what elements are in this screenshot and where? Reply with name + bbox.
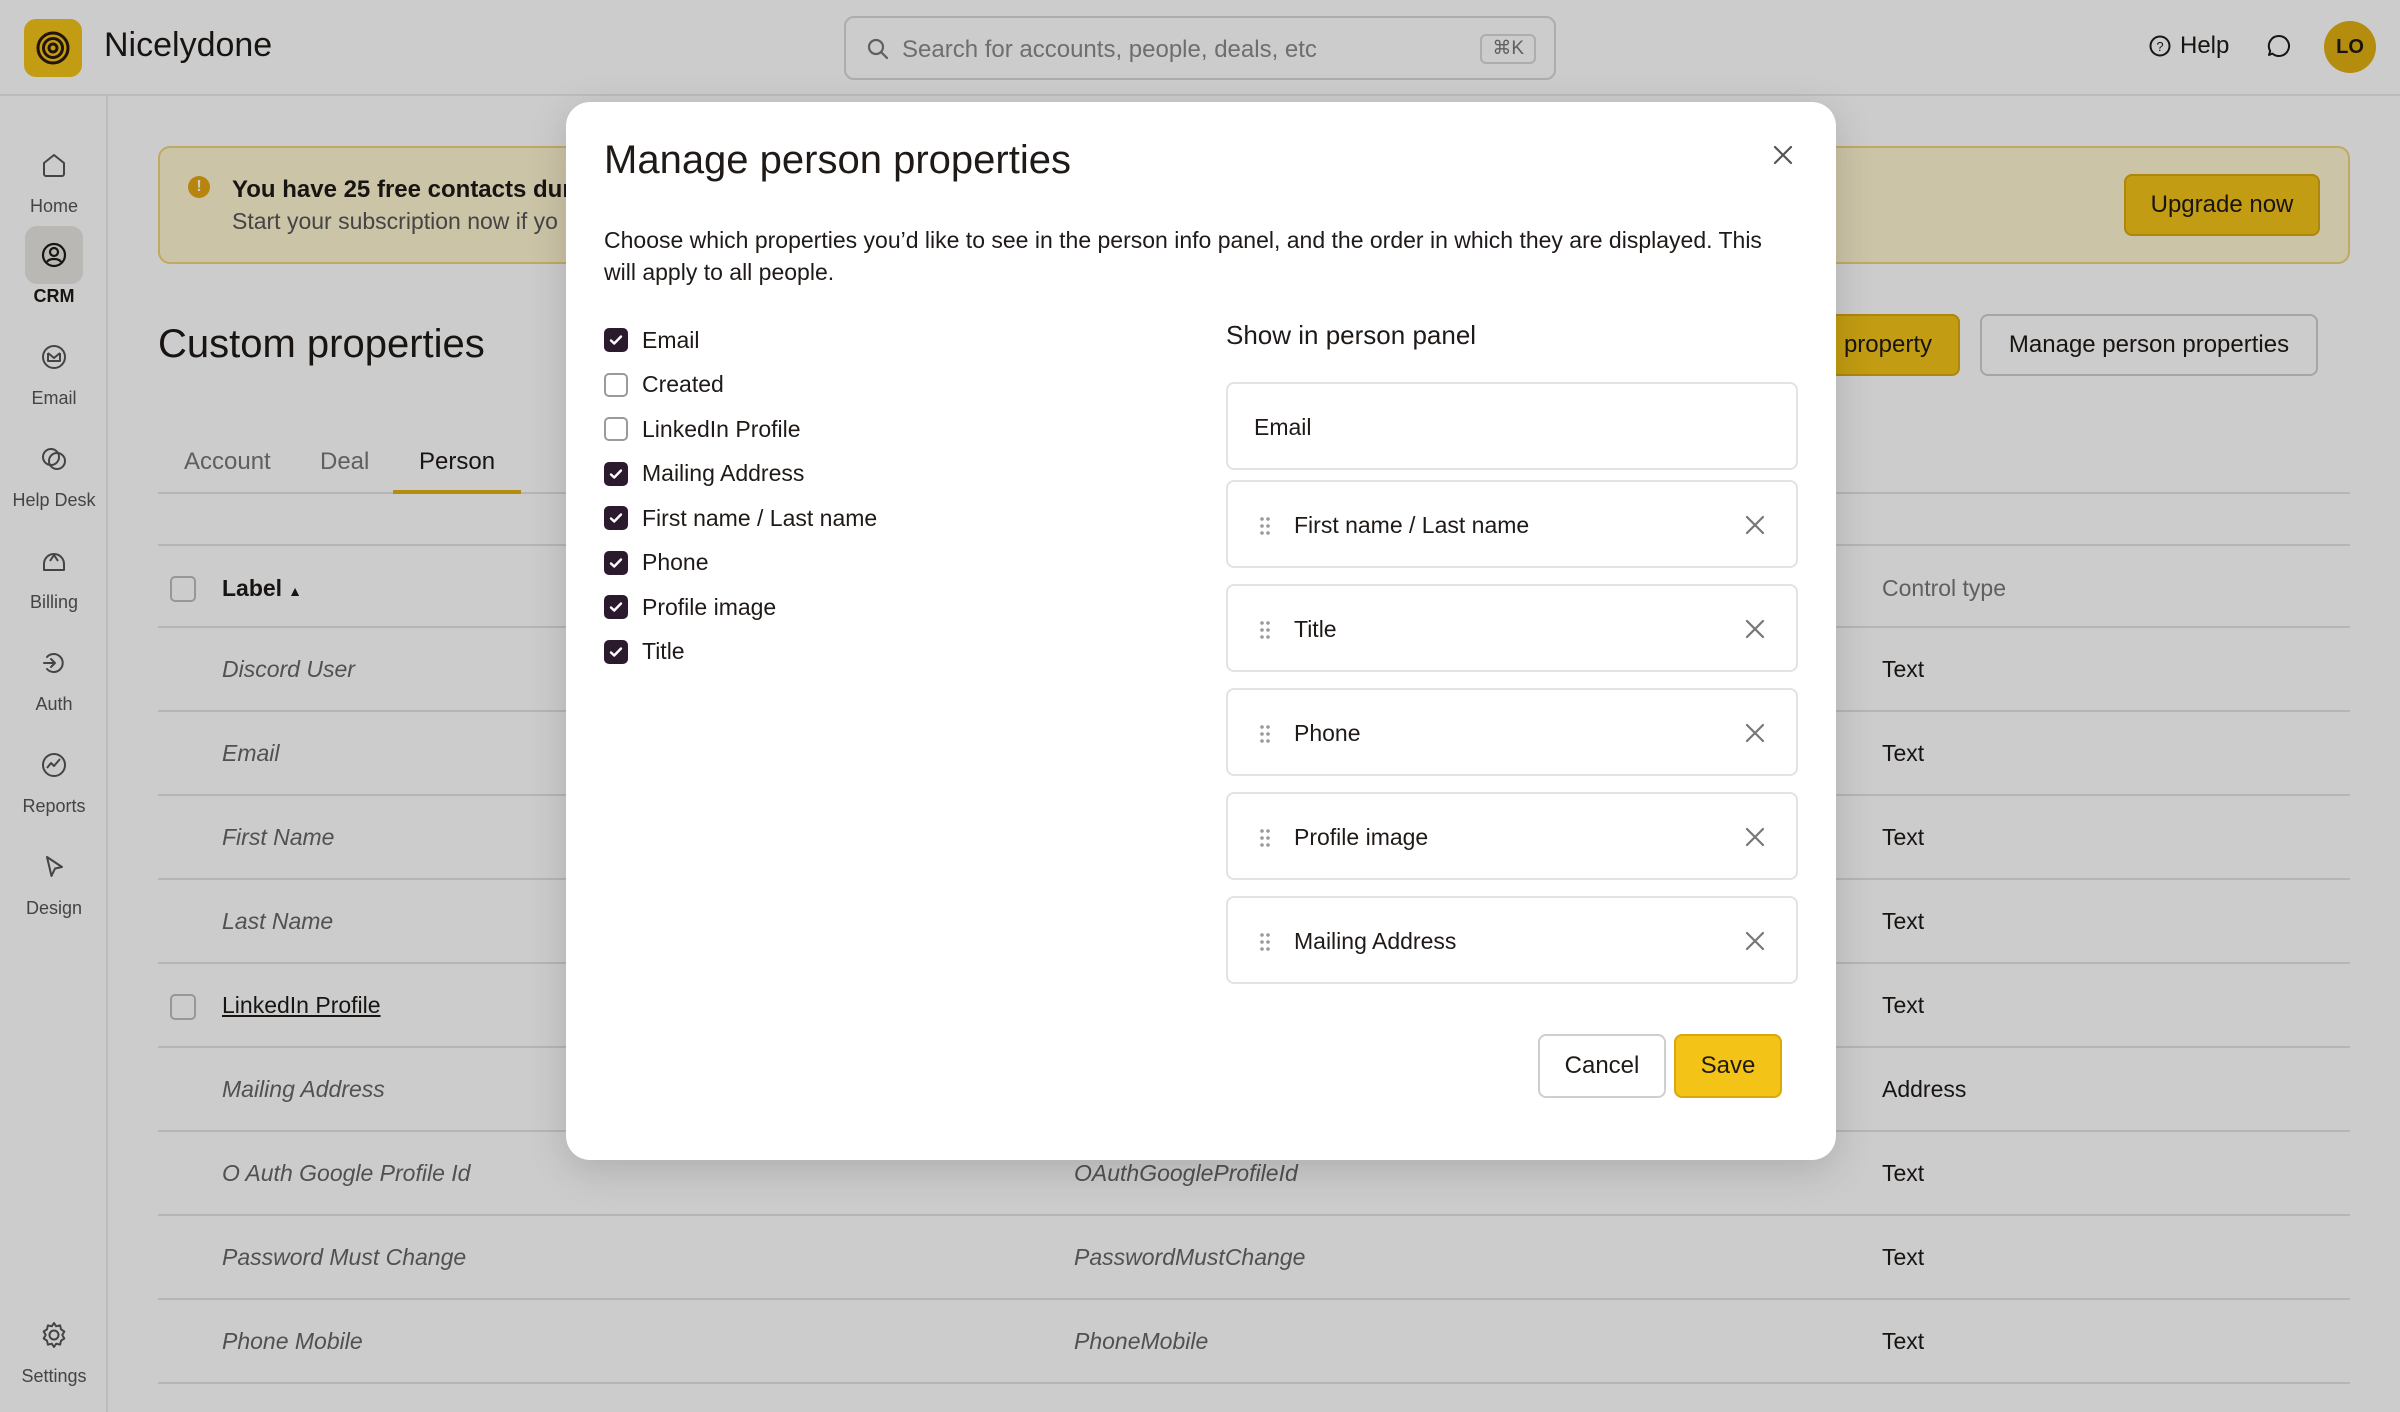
panel-item-label: Phone: [1294, 720, 1361, 746]
panel-item[interactable]: Mailing Address: [1226, 896, 1798, 984]
close-dialog-button[interactable]: [1766, 138, 1800, 172]
drag-handle-icon[interactable]: [1258, 828, 1272, 848]
dialog-description: Choose which properties you’d like to se…: [604, 227, 1762, 285]
panel-heading: Show in person panel: [1226, 320, 1477, 350]
remove-item-button[interactable]: [1740, 510, 1770, 540]
drag-handle-icon[interactable]: [1258, 932, 1272, 952]
checkbox-mailing-address[interactable]: Mailing Address: [604, 452, 877, 497]
cancel-button[interactable]: Cancel: [1538, 1034, 1666, 1098]
checkbox-label: LinkedIn Profile: [642, 415, 801, 442]
checkmark-icon: [609, 558, 623, 568]
checkmark-icon: [609, 602, 623, 612]
checkbox-label: Title: [642, 638, 685, 665]
checkbox-unchecked[interactable]: [604, 372, 628, 397]
checkbox-checked[interactable]: [604, 595, 628, 620]
panel-item[interactable]: Title: [1226, 584, 1798, 672]
close-icon: [1745, 515, 1765, 535]
remove-item-button[interactable]: [1740, 614, 1770, 644]
checkbox-checked[interactable]: [604, 550, 628, 575]
checkbox-title[interactable]: Title: [604, 630, 877, 675]
panel-item[interactable]: Phone: [1226, 688, 1798, 776]
checkbox-label: First name / Last name: [642, 504, 878, 531]
close-icon: [1745, 619, 1765, 639]
checkbox-label: Phone: [642, 549, 709, 576]
panel-item[interactable]: First name / Last name: [1226, 480, 1798, 568]
panel-item-label: Email: [1254, 414, 1312, 440]
save-button[interactable]: Save: [1674, 1034, 1782, 1098]
checkmark-icon: [609, 469, 623, 479]
drag-handle-icon[interactable]: [1258, 516, 1272, 536]
checkmark-icon: [609, 647, 623, 657]
close-icon: [1745, 827, 1765, 847]
checkbox-label: Profile image: [642, 593, 777, 620]
checkbox-created[interactable]: Created: [604, 363, 877, 408]
panel-item-label: First name / Last name: [1294, 512, 1530, 538]
checkbox-checked[interactable]: [604, 328, 628, 353]
checkmark-icon: [609, 335, 623, 345]
panel-item-label: Mailing Address: [1294, 928, 1457, 954]
checkbox-checked[interactable]: [604, 461, 628, 486]
dialog-title: Manage person properties: [604, 138, 1071, 182]
remove-item-button[interactable]: [1740, 718, 1770, 748]
remove-item-button[interactable]: [1740, 822, 1770, 852]
checkbox-label: Created: [642, 371, 724, 398]
close-icon: [1745, 723, 1765, 743]
checkbox-profile-image[interactable]: Profile image: [604, 585, 877, 630]
property-checklist: Email Created LinkedIn Profile Mailing A…: [604, 318, 877, 674]
checkbox-label: Email: [642, 326, 700, 353]
close-icon: [1745, 931, 1765, 951]
close-icon: [1773, 145, 1793, 165]
checkbox-unchecked[interactable]: [604, 417, 628, 442]
checkbox-checked[interactable]: [604, 506, 628, 531]
panel-item-label: Profile image: [1294, 824, 1429, 850]
checkbox-email[interactable]: Email: [604, 318, 877, 363]
checkbox-label: Mailing Address: [642, 460, 805, 487]
panel-item-label: Title: [1294, 616, 1337, 642]
remove-item-button[interactable]: [1740, 926, 1770, 956]
checkbox-phone[interactable]: Phone: [604, 541, 877, 586]
checkbox-linkedin-profile[interactable]: LinkedIn Profile: [604, 407, 877, 452]
drag-handle-icon[interactable]: [1258, 620, 1272, 640]
drag-handle-icon[interactable]: [1258, 724, 1272, 744]
checkbox-first-last-name[interactable]: First name / Last name: [604, 496, 877, 541]
checkbox-checked[interactable]: [604, 639, 628, 664]
panel-item-fixed: Email: [1226, 382, 1798, 470]
manage-person-properties-dialog: Manage person properties Choose which pr…: [566, 102, 1836, 1160]
panel-item[interactable]: Profile image: [1226, 792, 1798, 880]
checkmark-icon: [609, 513, 623, 523]
